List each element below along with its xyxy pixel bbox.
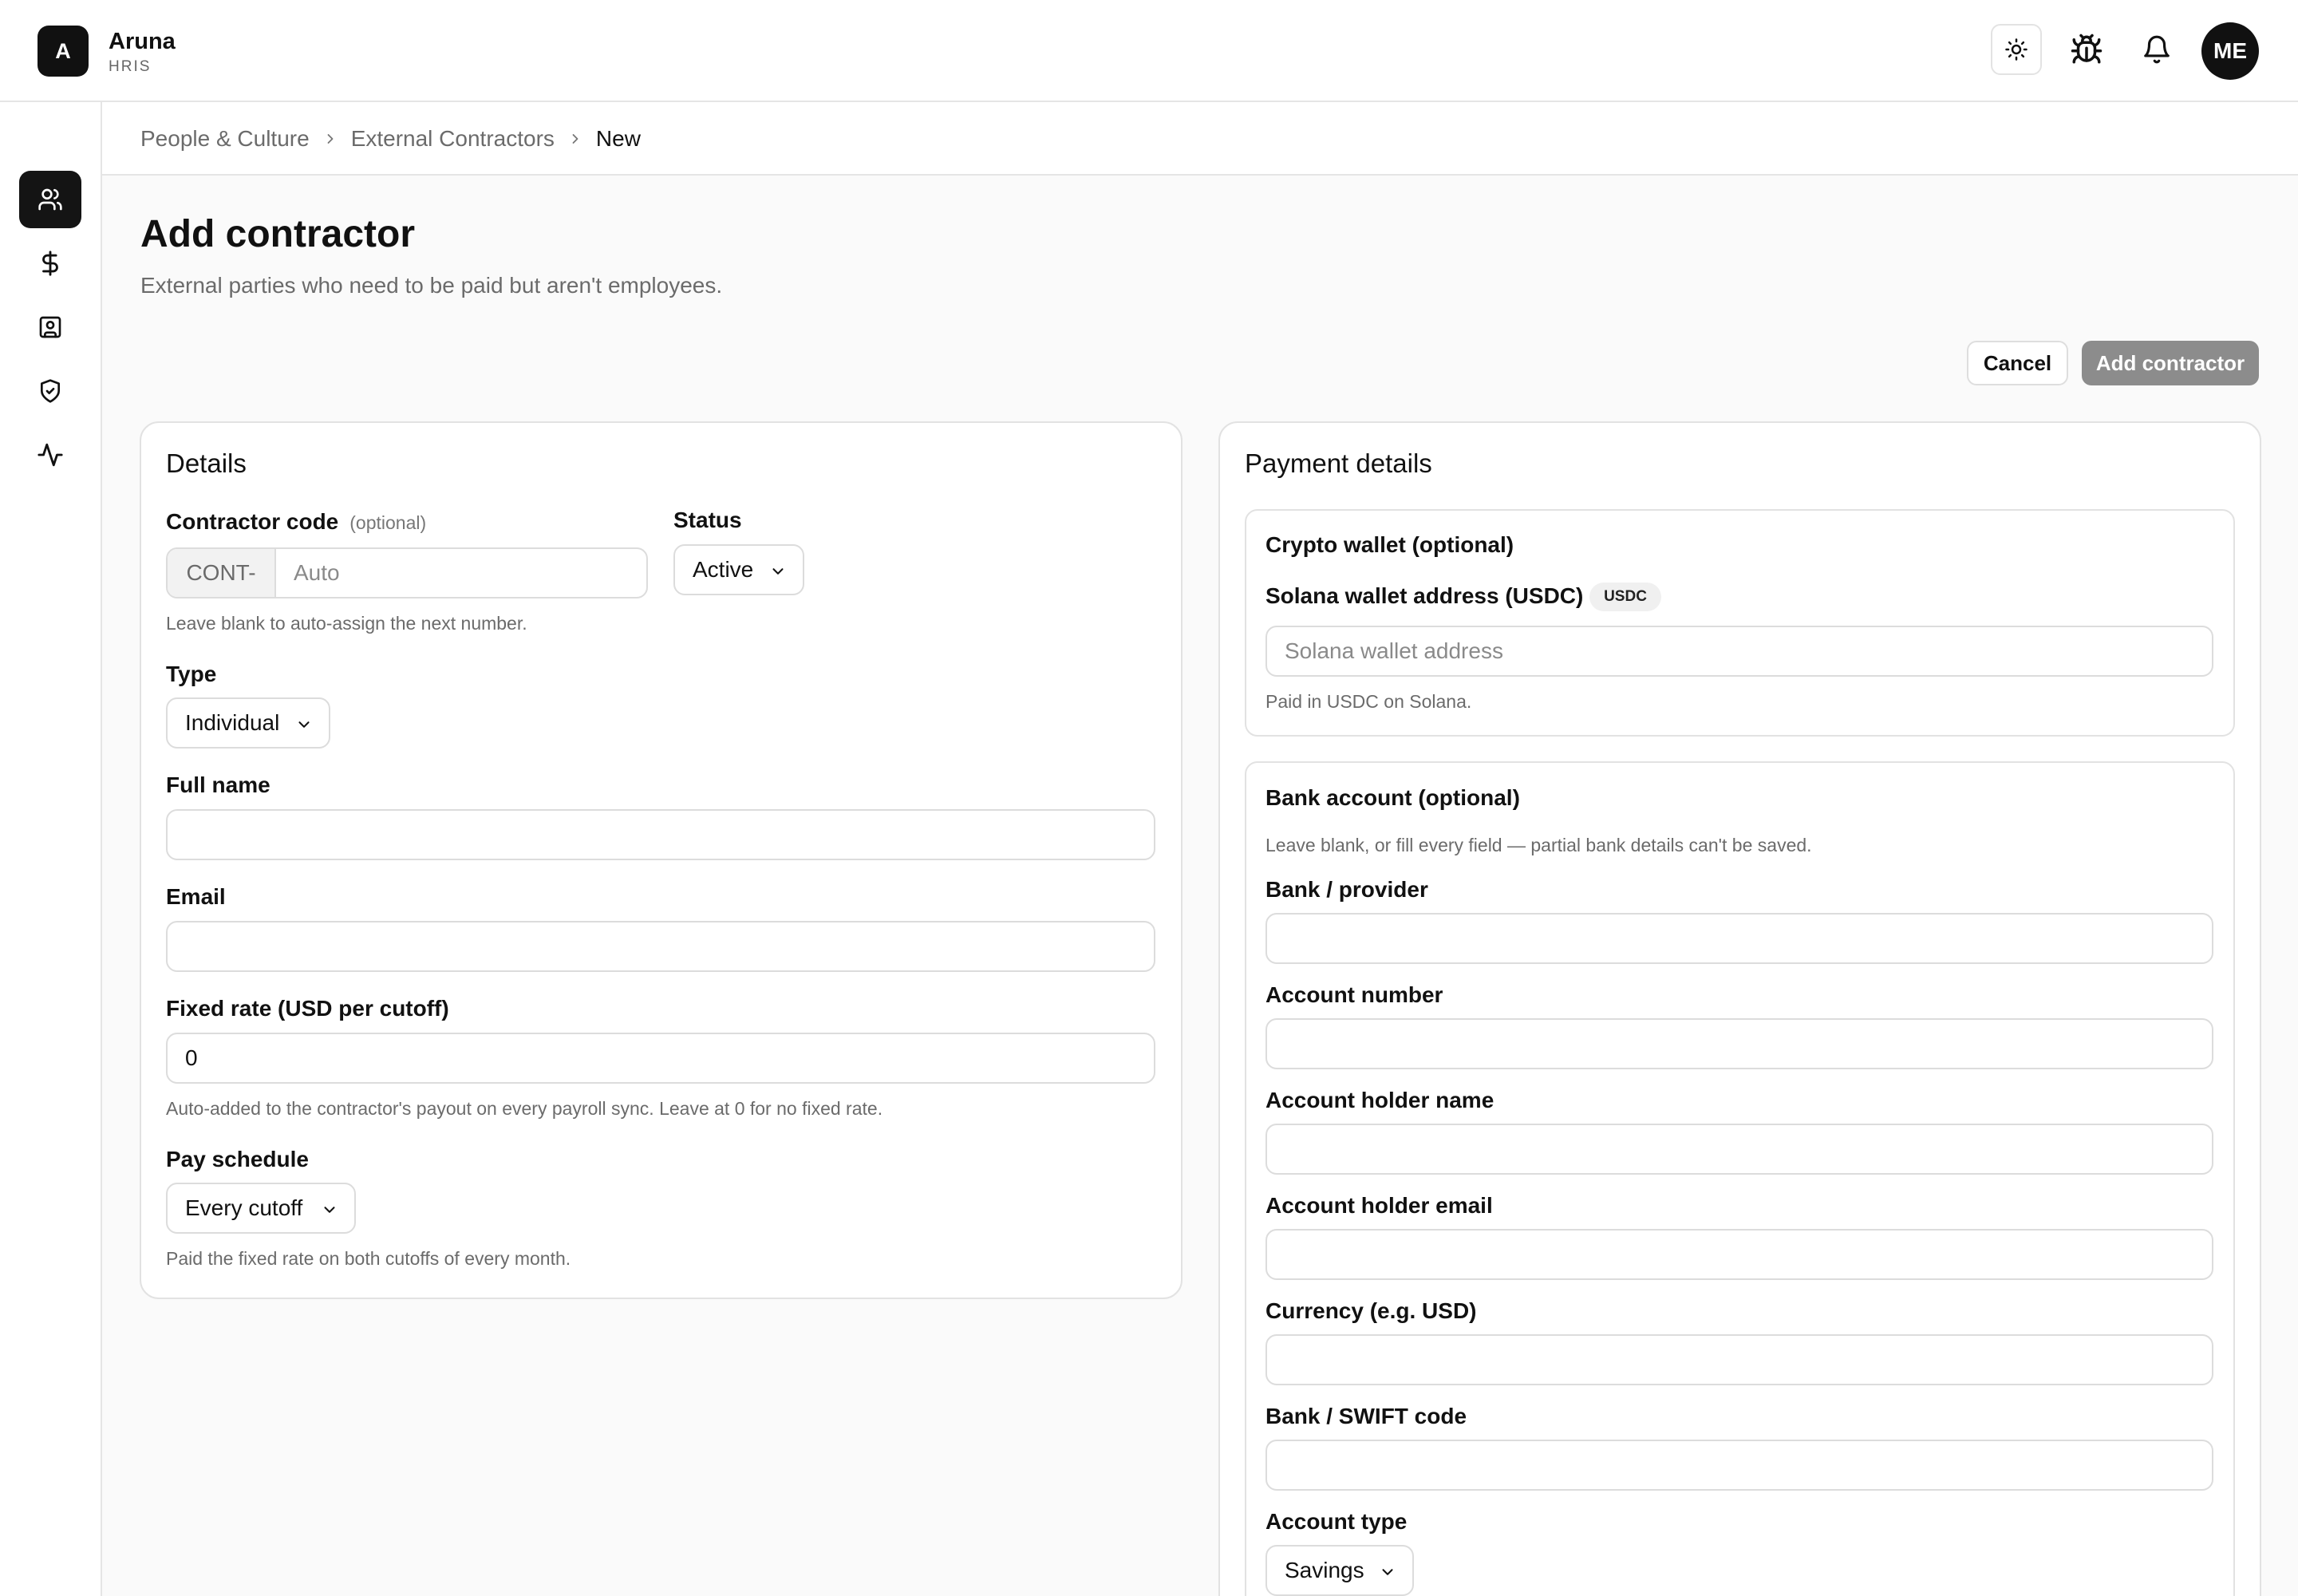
account-number-input[interactable] <box>1265 1018 2213 1069</box>
email-label: Email <box>166 884 226 909</box>
bank-provider-input[interactable] <box>1265 913 2213 964</box>
page-subtitle: External parties who need to be paid but… <box>140 273 723 298</box>
solana-wallet-help: Paid in USDC on Solana. <box>1265 691 1472 712</box>
solana-wallet-label: Solana wallet address (USDC) <box>1265 583 1584 608</box>
chevron-down-icon <box>772 568 784 575</box>
chevron-down-icon <box>324 1207 335 1213</box>
sidebar <box>0 102 102 1596</box>
full-name-input[interactable] <box>166 809 1155 860</box>
chevron-right-icon <box>555 131 596 147</box>
contractor-code-field[interactable]: CONT- Auto <box>166 547 648 598</box>
breadcrumb-external-contractors[interactable]: External Contractors <box>351 126 555 152</box>
account-holder-email-input[interactable] <box>1265 1229 2213 1280</box>
user-avatar[interactable]: ME <box>2201 22 2259 80</box>
page-title: Add contractor <box>140 213 416 255</box>
solana-wallet-input[interactable]: Solana wallet address <box>1265 626 2213 677</box>
crypto-wallet-title: Crypto wallet (optional) <box>1265 532 1514 557</box>
breadcrumb-bar: People & Culture External Contractors Ne… <box>102 102 2298 176</box>
contractor-code-label-text: Contractor code <box>166 509 339 534</box>
chevron-down-icon <box>1382 1569 1393 1575</box>
people-icon <box>38 188 62 211</box>
breadcrumb: People & Culture External Contractors Ne… <box>140 126 641 152</box>
swift-code-label: Bank / SWIFT code <box>1265 1404 1467 1428</box>
swift-code-input[interactable] <box>1265 1440 2213 1491</box>
contractor-code-prefix: CONT- <box>168 549 276 597</box>
solana-wallet-placeholder: Solana wallet address <box>1285 638 1503 663</box>
pay-schedule-value: Every cutoff <box>185 1195 303 1220</box>
type-select[interactable]: Individual <box>166 697 330 749</box>
account-holder-name-label: Account holder name <box>1265 1088 1494 1112</box>
theme-toggle-button[interactable] <box>1991 24 2042 75</box>
account-type-value: Savings <box>1285 1558 1364 1582</box>
breadcrumb-current: New <box>595 126 641 151</box>
bug-icon <box>2071 34 2103 64</box>
account-number-label: Account number <box>1265 982 1443 1007</box>
contractor-code-label: Contractor code (optional) <box>166 509 426 535</box>
chevron-down-icon <box>298 721 310 728</box>
app-logo[interactable]: A <box>38 26 89 77</box>
account-holder-email-label: Account holder email <box>1265 1193 1493 1218</box>
avatar-initials: ME <box>2213 38 2247 63</box>
bank-account-help: Leave blank, or fill every field — parti… <box>1265 835 1812 855</box>
contact-card-icon <box>39 316 61 338</box>
breadcrumb-people-culture[interactable]: People & Culture <box>140 126 310 152</box>
top-bar: A Aruna HRIS ME <box>0 0 2298 102</box>
shield-check-icon <box>41 379 60 403</box>
currency-input[interactable] <box>1265 1334 2213 1385</box>
type-value: Individual <box>185 710 280 735</box>
sidebar-item-activity[interactable] <box>19 426 81 484</box>
type-label: Type <box>166 662 217 686</box>
fixed-rate-input[interactable]: 0 <box>166 1033 1155 1084</box>
cancel-button[interactable]: Cancel <box>1967 341 2068 385</box>
payment-details-title: Payment details <box>1245 448 1432 478</box>
sidebar-item-compliance[interactable] <box>19 362 81 420</box>
sidebar-item-people[interactable] <box>19 171 81 228</box>
dollar-icon <box>42 251 58 276</box>
usdc-badge: USDC <box>1589 583 1661 611</box>
sidebar-item-directory[interactable] <box>19 298 81 356</box>
pay-schedule-label: Pay schedule <box>166 1147 309 1171</box>
fixed-rate-help: Auto-added to the contractor's payout on… <box>166 1098 883 1119</box>
email-input[interactable] <box>166 921 1155 972</box>
status-value: Active <box>693 557 754 582</box>
add-contractor-button[interactable]: Add contractor <box>2082 341 2259 385</box>
contractor-code-input[interactable]: Auto <box>276 549 646 597</box>
bank-account-title: Bank account (optional) <box>1265 785 1520 810</box>
bell-icon <box>2144 35 2170 64</box>
status-select[interactable]: Active <box>673 544 804 595</box>
notifications-button[interactable] <box>2131 24 2182 75</box>
activity-icon <box>38 443 63 467</box>
currency-label: Currency (e.g. USD) <box>1265 1298 1477 1323</box>
details-title: Details <box>166 448 247 478</box>
account-type-select[interactable]: Savings <box>1265 1545 1414 1596</box>
account-type-label: Account type <box>1265 1509 1408 1534</box>
sidebar-item-payroll[interactable] <box>19 235 81 292</box>
optional-hint: (optional) <box>349 512 427 533</box>
status-label: Status <box>673 508 742 532</box>
pay-schedule-help: Paid the fixed rate on both cutoffs of e… <box>166 1248 571 1269</box>
contractor-code-help: Leave blank to auto-assign the next numb… <box>166 613 527 634</box>
bug-report-button[interactable] <box>2061 24 2112 75</box>
app-name: Aruna <box>109 29 176 54</box>
account-holder-name-input[interactable] <box>1265 1124 2213 1175</box>
fixed-rate-label: Fixed rate (USD per cutoff) <box>166 996 449 1021</box>
app-logo-letter: A <box>55 38 71 63</box>
chevron-right-icon <box>310 131 351 147</box>
sun-icon <box>2005 38 2028 61</box>
app-subtitle: HRIS <box>109 58 152 75</box>
pay-schedule-select[interactable]: Every cutoff <box>166 1183 356 1234</box>
full-name-label: Full name <box>166 772 270 797</box>
bank-provider-label: Bank / provider <box>1265 877 1428 902</box>
